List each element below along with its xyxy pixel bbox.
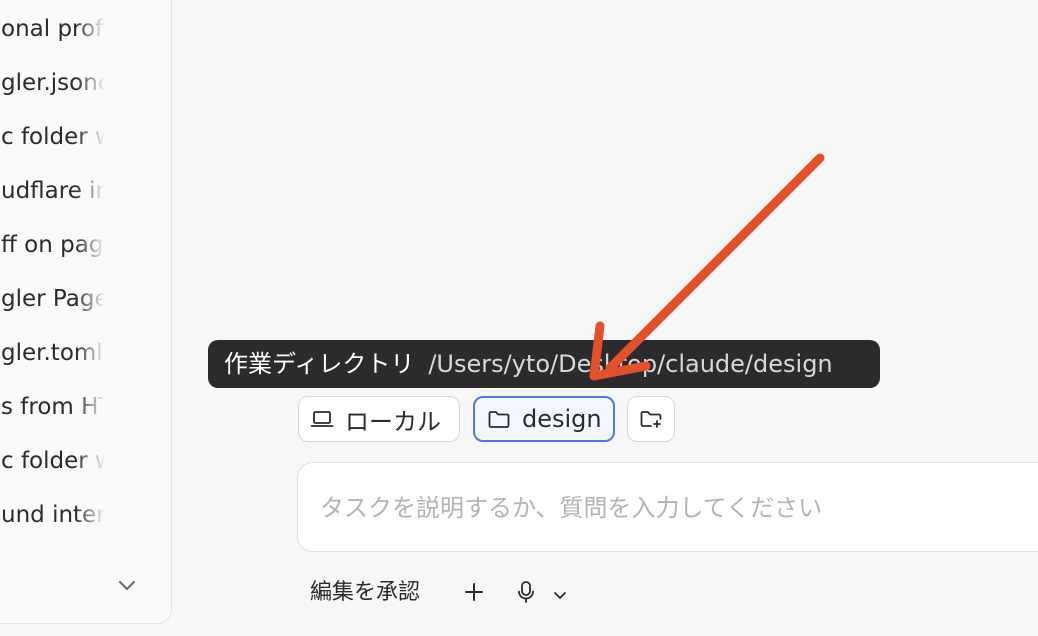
plus-icon[interactable] [462,580,486,604]
sidebar-item-label: c folder wi [1,124,105,150]
sidebar-item[interactable]: gler Pages [1,284,105,314]
sidebar-item[interactable]: gler.jsonc c [1,68,105,98]
annotation-arrow [589,153,825,381]
sidebar-item[interactable]: s from HTM [1,392,105,422]
local-environment-button[interactable]: ローカル [298,396,460,442]
sidebar-item[interactable]: c folder wi [1,446,105,476]
sidebar-item-label: s from HTM [1,394,105,420]
add-folder-button[interactable] [627,396,675,442]
sidebar-item-label: gler.jsonc c [1,70,105,96]
sidebar-item-label: gler.toml c [1,340,105,366]
sidebar-item-label: gler Pages [1,286,105,312]
sidebar-item-label: c folder wi [1,448,105,474]
sidebar-item[interactable]: ff on page [1,230,105,260]
sidebar-item-label: udflare inte [1,178,105,204]
folder-selector-label: design [522,405,602,433]
sidebar-item[interactable]: c folder wi [1,122,105,152]
sidebar-item[interactable]: udflare inte [1,176,105,206]
sidebar-item[interactable]: onal profile [1,14,105,44]
local-environment-label: ローカル [345,407,441,436]
folder-icon [486,406,512,432]
sidebar-item-label: onal profile [1,16,105,42]
sidebar-item-label: ff on page [1,232,105,258]
sidebar-item[interactable]: gler.toml c [1,338,105,368]
task-input[interactable] [318,485,1022,531]
folder-selector-button[interactable]: design [473,396,615,442]
task-input-box [297,462,1038,552]
approve-edits-button[interactable]: 編集を承認 [310,576,420,610]
folder-plus-icon [638,406,664,432]
chevron-down-icon[interactable] [552,586,568,599]
sidebar: onal profile gler.jsonc c c folder wi ud… [0,0,172,624]
mic-icon[interactable] [514,579,538,605]
app-window: onal profile gler.jsonc c c folder wi ud… [0,0,1038,636]
sidebar-item[interactable]: und intere [1,500,105,530]
tooltip-label: 作業ディレクトリ [224,350,415,378]
laptop-icon [309,406,335,432]
chevron-down-icon[interactable] [115,575,139,595]
sidebar-item-label: und intere [1,502,105,528]
